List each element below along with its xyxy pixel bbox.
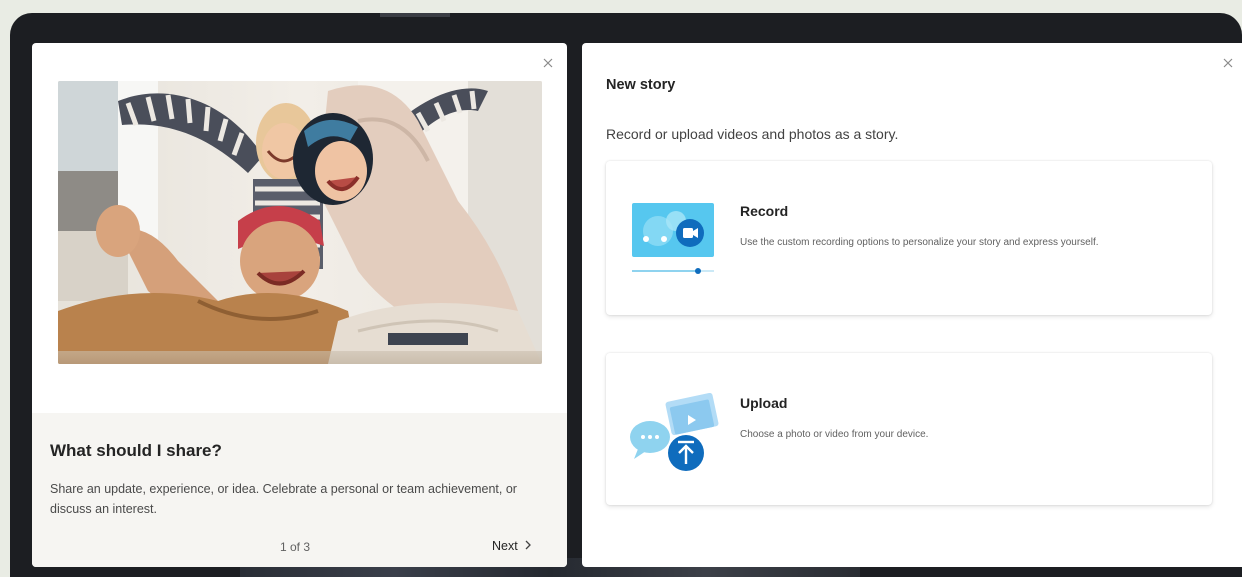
window-notch xyxy=(380,13,450,17)
dialog-subtitle: Record or upload videos and photos as a … xyxy=(606,126,899,142)
friends-selfie-photo xyxy=(58,81,542,364)
record-option-description: Use the custom recording options to pers… xyxy=(740,237,1099,248)
record-option-card[interactable]: Record Use the custom recording options … xyxy=(606,161,1212,315)
upload-option-title: Upload xyxy=(740,395,788,411)
app-window-backdrop: What should I share? Share an update, ex… xyxy=(10,13,1242,577)
new-story-dialog: New story Record or upload videos and ph… xyxy=(582,43,1242,567)
pager-indicator: 1 of 3 xyxy=(280,540,311,554)
intro-dialog: What should I share? Share an update, ex… xyxy=(32,43,567,567)
next-button-label: Next xyxy=(492,539,518,553)
upload-option-card[interactable]: Upload Choose a photo or video from your… xyxy=(606,353,1212,505)
next-button[interactable]: Next xyxy=(488,537,536,555)
dialog-title: New story xyxy=(606,77,676,93)
intro-title: What should I share? xyxy=(50,441,222,460)
intro-description: Share an update, experience, or idea. Ce… xyxy=(50,482,517,516)
record-option-title: Record xyxy=(740,203,789,219)
chevron-right-icon xyxy=(524,539,532,553)
intro-close-icon[interactable] xyxy=(542,57,556,71)
upload-media-icon xyxy=(628,392,720,480)
upload-option-description: Choose a photo or video from your device… xyxy=(740,429,929,440)
record-video-icon xyxy=(632,203,714,282)
new-story-close-icon[interactable] xyxy=(1222,57,1236,71)
